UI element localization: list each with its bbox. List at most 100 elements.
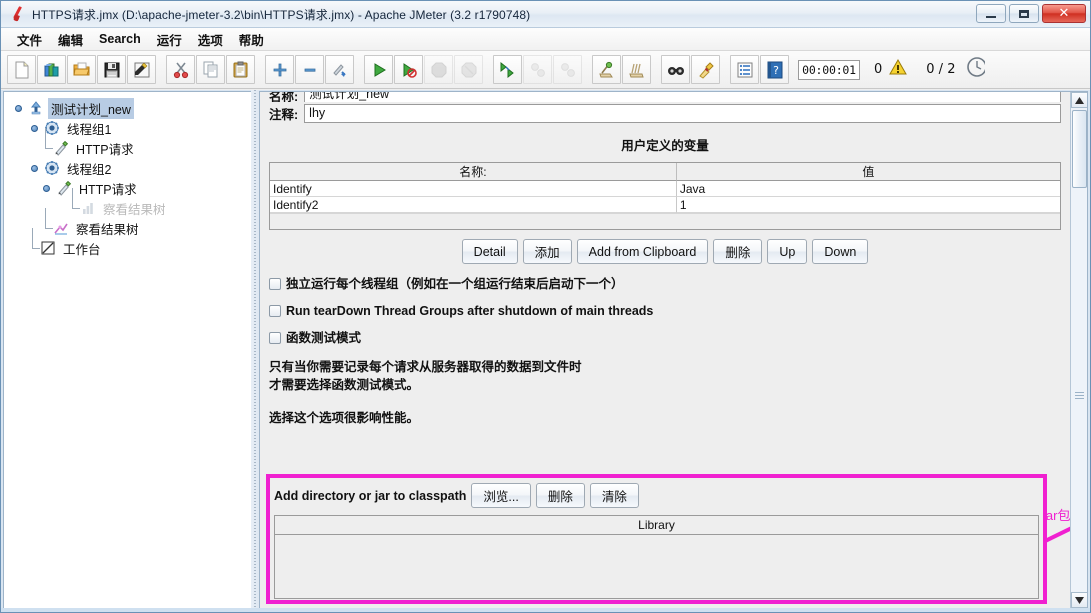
split-divider-grip (254, 90, 256, 612)
menu-edit[interactable]: 编辑 (50, 28, 91, 51)
test-plan-tree-panel[interactable]: 测试计划_new 线程组1 HTTP请求 线程组2 HTTP请求 察看结果树 察… (3, 91, 251, 609)
start-no-pauses-button[interactable] (394, 55, 423, 84)
menu-search[interactable]: Search (91, 30, 149, 48)
maximize-button[interactable] (1009, 4, 1039, 23)
checkbox-box[interactable] (269, 305, 281, 317)
tree-node-test-plan[interactable]: 测试计划_new (12, 97, 251, 119)
remote-start-all-button[interactable] (493, 55, 522, 84)
clear-all-button[interactable] (622, 55, 651, 84)
help-button[interactable]: ? (760, 55, 789, 84)
expand-handle-icon[interactable] (30, 164, 39, 173)
classpath-delete-button[interactable]: 删除 (535, 483, 585, 508)
toggle-button[interactable] (325, 55, 354, 84)
remote-stop-all-button[interactable] (523, 55, 552, 84)
scroll-down-button[interactable] (1071, 592, 1087, 608)
add-from-clipboard-button[interactable]: Add from Clipboard (576, 239, 709, 264)
cut-button[interactable] (166, 55, 195, 84)
open-icon (72, 62, 90, 75)
tree-node-view-results-tree-disabled[interactable]: 察看结果树 (12, 188, 251, 218)
warning-triangle-icon[interactable] (888, 58, 908, 81)
test-plan-tree: 测试计划_new 线程组1 HTTP请求 线程组2 HTTP请求 察看结果树 察… (4, 92, 251, 258)
tree-label: 工作台 (63, 242, 101, 257)
main-vertical-scrollbar[interactable] (1070, 92, 1087, 608)
stop-button[interactable] (424, 55, 453, 84)
performance-hint: 选择这个选项很影响性能。 (269, 411, 420, 425)
add-button[interactable]: 添加 (522, 239, 572, 264)
table-row[interactable]: Identify2 1 (270, 197, 1060, 213)
save-button[interactable] (97, 55, 126, 84)
tree-node-thread-group-2[interactable]: 线程组2 (12, 158, 251, 178)
scroll-up-button[interactable] (1071, 92, 1087, 108)
comment-input[interactable]: lhy (304, 103, 1061, 123)
menu-file[interactable]: 文件 (9, 28, 50, 51)
delete-button[interactable]: 删除 (713, 239, 763, 264)
browse-button[interactable]: 浏览... (471, 483, 531, 508)
clear-icon (598, 61, 613, 77)
reset-search-button[interactable] (691, 55, 720, 84)
split-divider[interactable] (251, 90, 259, 612)
search-button[interactable] (661, 55, 690, 84)
close-button[interactable]: ✕ (1042, 4, 1086, 23)
classpath-button-row: Add directory or jar to classpath 浏览... … (274, 483, 1039, 508)
function-helper-button[interactable] (730, 55, 759, 84)
column-header-library[interactable]: Library (275, 516, 1038, 535)
tree-label: 测试计划_new (48, 97, 134, 119)
cell-value[interactable]: Java (676, 181, 1060, 197)
start-button[interactable] (364, 55, 393, 84)
expand-handle-icon[interactable] (14, 104, 23, 113)
new-icon (15, 61, 28, 78)
checkbox-run-teardown-thread-groups[interactable]: Run tearDown Thread Groups after shutdow… (260, 304, 1070, 318)
clear-all-icon (628, 63, 644, 77)
checkbox-box[interactable] (269, 278, 281, 290)
menu-help[interactable]: 帮助 (231, 28, 272, 51)
comment-row: 注释: lhy (260, 102, 1070, 124)
detail-button[interactable]: Detail (461, 239, 518, 264)
user-defined-variables-table[interactable]: 名称: 值 Identify Java Identify2 1 (269, 162, 1061, 230)
tree-node-thread-group-1[interactable]: 线程组1 (12, 118, 251, 138)
classpath-label: Add directory or jar to classpath (274, 488, 467, 503)
checkbox-run-thread-groups-consecutively[interactable]: 独立运行每个线程组（例如在一个组运行结束后启动下一个） (260, 277, 1070, 291)
open-button[interactable] (67, 55, 96, 84)
menu-options[interactable]: 选项 (190, 28, 231, 51)
expand-handle-icon[interactable] (42, 184, 51, 193)
start-icon (374, 62, 386, 77)
elapsed-timer: 00:00:01 (798, 59, 860, 80)
cell-name[interactable]: Identify2 (270, 197, 677, 213)
paste-button[interactable] (226, 55, 255, 84)
column-header-name[interactable]: 名称: (270, 163, 677, 181)
tree-node-http-request-2[interactable]: HTTP请求 (12, 178, 251, 198)
collapse-all-button[interactable] (295, 55, 324, 84)
expand-all-button[interactable] (265, 55, 294, 84)
minimize-button[interactable] (976, 4, 1006, 23)
copy-button[interactable] (196, 55, 225, 84)
tree-label: 察看结果树 (103, 202, 166, 217)
remote-shutdown-all-button[interactable] (553, 55, 582, 84)
column-header-value[interactable]: 值 (676, 163, 1060, 181)
close-icon: ✕ (1058, 6, 1070, 21)
tree-node-http-request-1[interactable]: HTTP请求 (12, 128, 251, 158)
new-button[interactable] (7, 55, 36, 84)
checkbox-box[interactable] (269, 332, 281, 344)
templates-button[interactable] (37, 55, 66, 84)
cell-name[interactable]: Identify (270, 181, 677, 197)
tree-node-view-results-tree[interactable]: 察看结果树 (12, 208, 251, 238)
classpath-clear-button[interactable]: 清除 (589, 483, 639, 508)
view-results-tree-icon (53, 220, 69, 236)
tree-node-workbench[interactable]: 工作台 (12, 228, 251, 258)
save-as-button[interactable] (127, 55, 156, 84)
name-input[interactable]: 测试计划_new (304, 92, 1061, 102)
table-row[interactable]: Identify Java (270, 181, 1060, 197)
scrollbar-thumb[interactable] (1072, 110, 1087, 188)
library-table-body[interactable] (275, 535, 1038, 598)
checkbox-functional-test-mode[interactable]: 函数测试模式 (260, 331, 1070, 345)
gc-icon[interactable] (963, 57, 988, 82)
shutdown-button[interactable] (454, 55, 483, 84)
clear-button[interactable] (592, 55, 621, 84)
up-button[interactable]: Up (767, 239, 808, 264)
cell-value[interactable]: 1 (676, 197, 1060, 213)
down-button[interactable]: Down (812, 239, 869, 264)
menu-bar: 文件 编辑 Search 运行 选项 帮助 (1, 28, 1090, 51)
library-table[interactable]: Library (274, 515, 1039, 599)
menu-run[interactable]: 运行 (149, 28, 190, 51)
expand-handle-icon[interactable] (30, 124, 39, 133)
